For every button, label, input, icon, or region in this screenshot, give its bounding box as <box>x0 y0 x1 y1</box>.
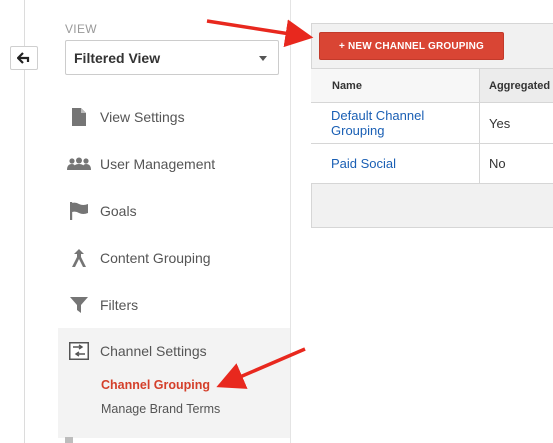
aggregated-value: Yes <box>479 103 553 143</box>
table-row: Default Channel Grouping Yes <box>311 103 553 144</box>
arrow-left-icon <box>17 52 30 64</box>
aggregated-value: No <box>479 144 553 183</box>
table-header: Name Aggregated <box>311 68 553 103</box>
sidebar-item-label: Filters <box>100 296 139 313</box>
flag-icon <box>67 199 91 223</box>
sidebar-item-user-management[interactable]: User Management <box>58 140 290 187</box>
annotation-arrow-top <box>206 19 314 48</box>
sidebar-item-label: Goals <box>100 202 137 219</box>
column-divider <box>290 0 291 443</box>
next-section-stub <box>65 437 73 443</box>
filter-icon <box>67 293 91 317</box>
channel-settings-section: Channel Settings Channel Grouping Manage… <box>58 328 290 438</box>
view-selector[interactable]: Filtered View <box>65 40 279 75</box>
new-channel-grouping-button[interactable]: + NEW CHANNEL GROUPING <box>319 32 504 60</box>
users-icon <box>67 152 91 176</box>
sidebar-item-label: View Settings <box>100 108 185 125</box>
document-icon <box>67 105 91 129</box>
sidebar-subitem-manage-brand-terms[interactable]: Manage Brand Terms <box>58 402 290 416</box>
view-selected-value: Filtered View <box>74 49 161 66</box>
sidebar-item-content-grouping[interactable]: Content Grouping <box>58 234 290 281</box>
sidebar-item-label: Channel Settings <box>100 343 207 359</box>
column-header-name[interactable]: Name <box>311 69 479 102</box>
admin-nav: View Settings User Management Goals Cont… <box>58 93 290 328</box>
sidebar-item-view-settings[interactable]: View Settings <box>58 93 290 140</box>
grouping-name-link[interactable]: Default Channel Grouping <box>311 103 479 143</box>
sidebar-item-goals[interactable]: Goals <box>58 187 290 234</box>
channel-groupings-table: Name Aggregated Default Channel Grouping… <box>311 68 553 184</box>
content-grouping-icon <box>67 246 91 270</box>
table-row: Paid Social No <box>311 144 553 184</box>
sidebar-subitem-channel-grouping[interactable]: Channel Grouping <box>58 378 290 392</box>
sidebar-item-label: Content Grouping <box>100 249 211 266</box>
channel-settings-icon <box>67 339 91 363</box>
back-button[interactable] <box>10 46 38 70</box>
sidebar-item-filters[interactable]: Filters <box>58 281 290 328</box>
chevron-down-icon <box>259 56 267 61</box>
sidebar-item-channel-settings[interactable]: Channel Settings <box>58 328 290 374</box>
sidebar-item-label: User Management <box>100 155 216 172</box>
grouping-name-link[interactable]: Paid Social <box>311 144 479 183</box>
view-section-label: VIEW <box>65 22 97 36</box>
column-header-aggregated[interactable]: Aggregated <box>479 69 553 102</box>
